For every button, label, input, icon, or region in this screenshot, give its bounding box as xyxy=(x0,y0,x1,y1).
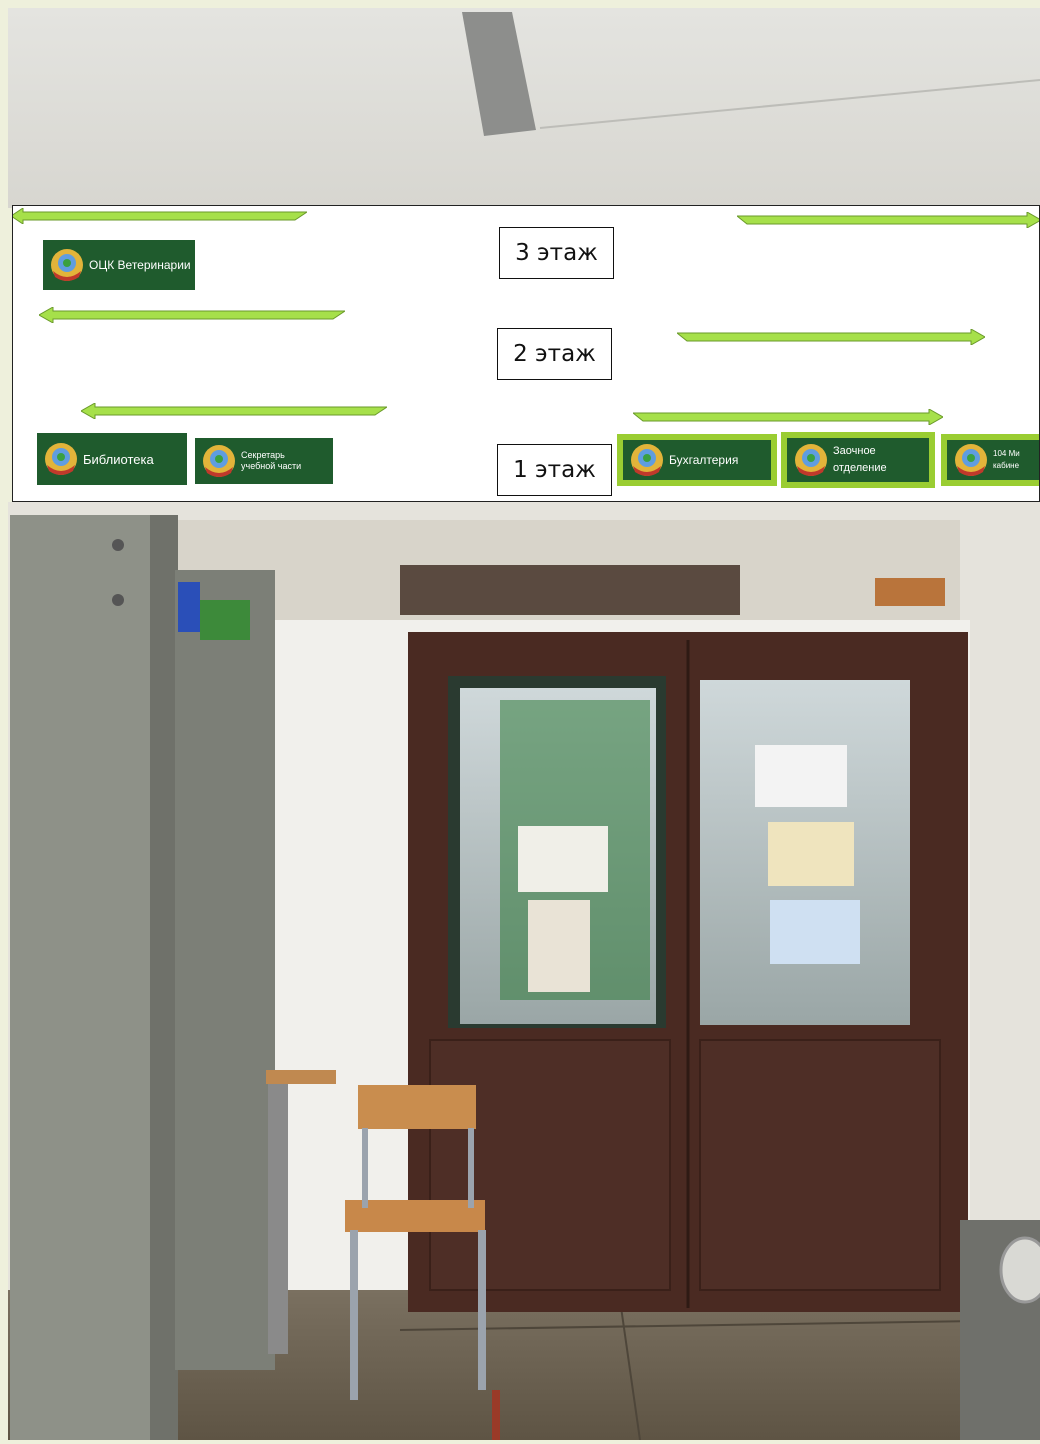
door-poster xyxy=(518,826,608,892)
arrow-right-3 xyxy=(737,212,1039,228)
floor-2-label: 2 этаж xyxy=(497,328,612,380)
bolt xyxy=(112,594,124,606)
floor-1-label: 1 этаж xyxy=(497,444,612,496)
room-label-secretary-text: Секретарь учебной части xyxy=(241,450,302,471)
room-label-cabinet: 104 Ми кабине xyxy=(941,434,1039,486)
college-emblem-icon xyxy=(795,444,827,476)
room-label-accounting: Бухгалтерия xyxy=(617,434,777,486)
chair-leg xyxy=(362,1128,368,1208)
door-panel-left xyxy=(429,1039,671,1291)
bolt xyxy=(112,539,124,551)
detector-top xyxy=(200,600,250,640)
door-poster xyxy=(755,745,847,807)
door-poster xyxy=(770,900,860,964)
college-emblem-icon xyxy=(955,444,987,476)
arrow-right-2 xyxy=(677,329,985,345)
floor-marker xyxy=(492,1390,500,1440)
room-label-library: Библиотека xyxy=(37,433,187,485)
room-label-library-text: Библиотека xyxy=(83,451,154,467)
transom xyxy=(400,565,740,615)
right-object xyxy=(999,1236,1040,1304)
door-notice xyxy=(768,822,854,886)
arrow-left-3 xyxy=(13,208,307,224)
metal-detector-edge xyxy=(150,515,178,1440)
room-label-correspondence-text: Заочное отделение xyxy=(833,445,887,474)
chair-leg xyxy=(478,1230,486,1390)
door-poster xyxy=(528,900,590,992)
college-emblem-icon xyxy=(51,249,83,281)
floor-directory-sign: 3 этаж 2 этаж 1 этаж ОЦК Ветеринарии Биб… xyxy=(12,205,1040,502)
table-top xyxy=(266,1070,336,1084)
chair-back xyxy=(358,1085,476,1129)
chair-leg xyxy=(350,1230,358,1400)
college-emblem-icon xyxy=(631,444,663,476)
room-label-secretary: Секретарь учебной части xyxy=(195,438,333,484)
arrow-right-1 xyxy=(633,409,943,425)
metal-detector-right-post xyxy=(175,570,275,1370)
room-label-vet-text: ОЦК Ветеринарии xyxy=(89,257,191,272)
college-emblem-icon xyxy=(203,445,235,477)
room-label-correspondence: Заочное отделение xyxy=(781,432,935,488)
arrow-left-1 xyxy=(81,403,387,419)
wall-plaque xyxy=(875,578,945,606)
room-label-accounting-text: Бухгалтерия xyxy=(669,452,739,467)
college-emblem-icon xyxy=(45,443,77,475)
arrow-left-2 xyxy=(39,307,345,323)
detector-display xyxy=(178,582,200,632)
door-panel-right xyxy=(699,1039,941,1291)
room-label-cabinet-text: 104 Ми кабине xyxy=(993,449,1020,470)
floor-3-label: 3 этаж xyxy=(499,227,614,279)
chair-leg xyxy=(468,1128,474,1208)
table-leg xyxy=(268,1084,288,1354)
room-label-vet: ОЦК Ветеринарии xyxy=(43,240,195,290)
